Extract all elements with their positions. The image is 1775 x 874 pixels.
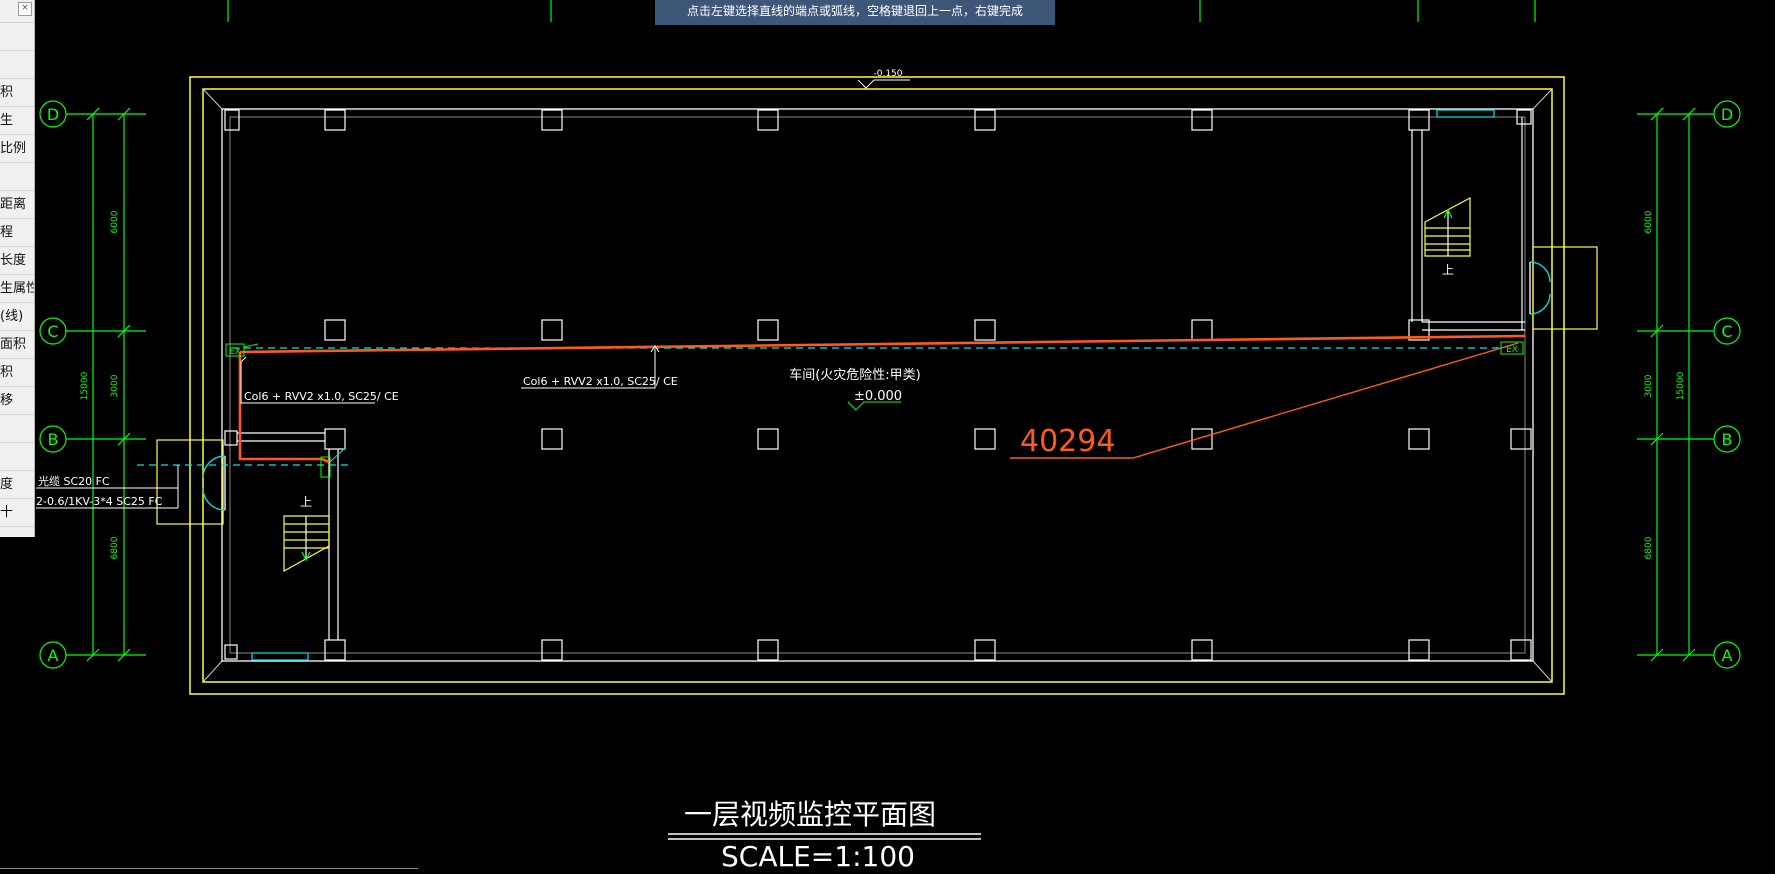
stair-symbol-top-right xyxy=(1424,197,1471,257)
building-outer-wall[interactable] xyxy=(189,76,1565,695)
side-panel-blank-row xyxy=(0,23,34,51)
stair-up-label-top-right: 上 xyxy=(1442,263,1454,277)
svg-text:EX: EX xyxy=(229,347,241,357)
side-panel-item[interactable] xyxy=(0,415,34,443)
dim-left-6000-top: 6000 xyxy=(110,210,120,233)
side-panel-item[interactable]: 面积 xyxy=(0,331,34,359)
svg-text:EX: EX xyxy=(1506,345,1518,355)
command-prompt-bar: 点击左键选择直线的端点或弧线，空格键退回上一点，右键完成 xyxy=(655,0,1055,25)
structural-columns xyxy=(224,109,1532,661)
axis-label-right-d: D xyxy=(1721,105,1733,124)
dim-right-total: 15000 xyxy=(1676,371,1686,400)
side-panel-blank-row xyxy=(0,51,34,79)
stair-room-bottom-left[interactable] xyxy=(156,432,339,661)
measure-value: 40294 xyxy=(1020,424,1115,459)
top-elevation-marker xyxy=(857,79,910,89)
side-panel-close-button[interactable]: × xyxy=(18,2,32,16)
side-panel-item[interactable]: 十 xyxy=(0,499,34,527)
ex-device-right[interactable]: EX xyxy=(1500,341,1524,355)
horizontal-scrollbar[interactable] xyxy=(0,868,418,874)
dim-right-3000: 3000 xyxy=(1644,374,1654,397)
axis-label-left-c: C xyxy=(47,322,58,341)
side-panel-item[interactable]: 度 xyxy=(0,471,34,499)
axis-label-right-c: C xyxy=(1721,322,1732,341)
axis-label-right-a: A xyxy=(1722,646,1733,665)
side-panel-item[interactable]: (线) xyxy=(0,303,34,331)
side-panel-item[interactable]: 程 xyxy=(0,219,34,247)
room-elevation: ±0.000 xyxy=(854,389,902,404)
incoming-cable-label-2: 2-0.6/1KV-3*4 SC25 FC xyxy=(36,495,163,508)
cable-label-mid: Col6 + RVV2 x1.0, SC25/ CE xyxy=(523,375,678,388)
dim-right-6000-top: 6000 xyxy=(1644,210,1654,233)
side-panel-item[interactable]: 距离 xyxy=(0,191,34,219)
stair-up-label-bottom-left: 上 xyxy=(300,495,312,509)
properties-side-panel[interactable]: × 积 生 比例 距离 程 长度 生属性 (线) 面积 积 移 度 十 xyxy=(0,0,35,537)
cable-label-left: Col6 + RVV2 x1.0, SC25/ CE xyxy=(244,390,399,403)
dim-right-6800: 6800 xyxy=(1644,536,1654,559)
room-label: 车间(火灾危险性:甲类) xyxy=(789,367,921,383)
axis-label-left-b: B xyxy=(48,430,59,449)
cad-drawing-canvas[interactable]: D C B A 6000 3000 6800 15000 D C B A 600… xyxy=(0,0,1775,873)
axis-label-left-a: A xyxy=(48,646,59,665)
side-panel-item[interactable]: 移 xyxy=(0,387,34,415)
drawing-scale: SCALE=1:100 xyxy=(721,840,915,873)
side-panel-item[interactable] xyxy=(0,443,34,471)
side-panel-item[interactable]: 长度 xyxy=(0,247,34,275)
top-elevation: -0.150 xyxy=(873,69,902,79)
side-panel-item[interactable] xyxy=(0,163,34,191)
dim-left-3000: 3000 xyxy=(110,374,120,397)
incoming-cable-label-1: 光缆 SC20 FC xyxy=(38,474,110,488)
side-panel-item[interactable]: 积 xyxy=(0,359,34,387)
ex-device-left[interactable]: EX xyxy=(225,343,259,357)
dim-left-6800: 6800 xyxy=(110,536,120,559)
side-panel-item[interactable]: 生 xyxy=(0,107,34,135)
axis-label-right-b: B xyxy=(1722,430,1733,449)
side-panel-header: × xyxy=(0,0,34,23)
axis-label-left-d: D xyxy=(47,105,59,124)
drawing-title: 一层视频监控平面图 xyxy=(684,798,936,831)
left-grid-axes xyxy=(39,100,146,669)
cable-tray-dashed[interactable] xyxy=(137,347,1500,466)
side-panel-item[interactable]: 比例 xyxy=(0,135,34,163)
side-panel-item[interactable]: 生属性 xyxy=(0,275,34,303)
dim-left-total: 15000 xyxy=(80,371,90,400)
ex-device-bottom-left[interactable] xyxy=(320,446,347,478)
side-panel-item[interactable]: 积 xyxy=(0,79,34,107)
stair-symbol-bottom-left xyxy=(283,515,330,573)
stair-room-top-right[interactable] xyxy=(1411,109,1598,331)
